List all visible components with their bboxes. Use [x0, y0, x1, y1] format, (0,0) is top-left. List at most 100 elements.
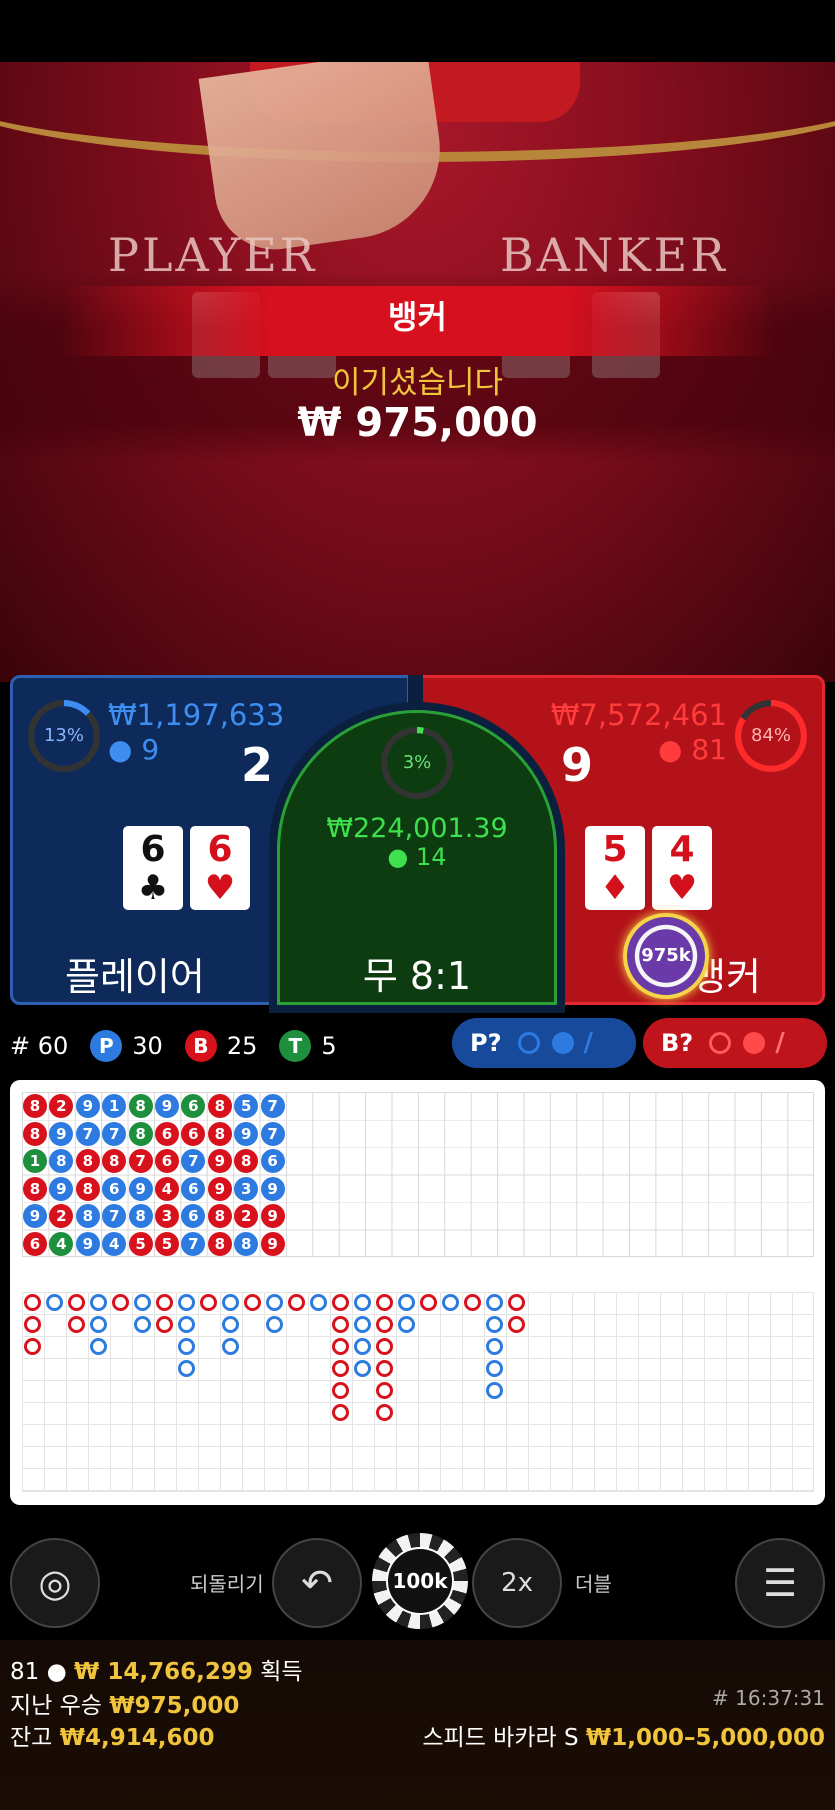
bead-road-cell: 6 [23, 1231, 47, 1256]
bead-road-cell: 7 [181, 1149, 206, 1173]
big-road-mark [376, 1360, 393, 1377]
card-suit: ♥ [666, 868, 698, 908]
placed-bet-chip[interactable]: 975k [623, 913, 709, 999]
winnings-suffix: 획득 [260, 1659, 303, 1685]
winners-line: 81 ● ₩ 14,766,299 획득 [10, 1652, 303, 1686]
banker-card-1: 5 ♦ [585, 826, 645, 910]
bead-road-cell: 7 [181, 1231, 206, 1256]
bead-road-cell: 8 [75, 1149, 100, 1173]
small-road-icon [551, 1032, 574, 1054]
bead-road-cell: 1 [23, 1149, 47, 1173]
banker-predict-button[interactable]: B? / [643, 1018, 827, 1068]
big-road-mark [354, 1338, 371, 1355]
banker-card-2: 4 ♥ [652, 826, 712, 910]
banker-win-count: 25 [226, 1032, 258, 1060]
balance-label: 잔고 [10, 1725, 53, 1751]
big-road-mark [508, 1294, 525, 1311]
bead-road-cell: 6 [260, 1149, 285, 1173]
bead-road-cell: 4 [49, 1231, 74, 1256]
player-win-count: 30 [132, 1032, 163, 1060]
tie-bettor-count: ● 14 [280, 843, 554, 871]
bead-road-cell: 6 [155, 1121, 179, 1146]
bet-limits: ₩1,000–5,000,000 [585, 1725, 825, 1751]
menu-button[interactable]: ☰ [735, 1538, 825, 1628]
bead-road-cell: 6 [181, 1121, 206, 1146]
table-info[interactable]: 스피드 바카라 S ₩1,000–5,000,000 [422, 1718, 825, 1752]
bead-road-cell: 6 [181, 1204, 206, 1228]
undo-button[interactable]: ↶ [272, 1538, 362, 1628]
round-time: # 16:37:31 [712, 1686, 825, 1710]
player-card-2: 6 ♥ [190, 826, 250, 910]
double-button[interactable]: 2x [472, 1538, 562, 1628]
big-road-mark [420, 1294, 437, 1311]
bead-road-cell: 9 [75, 1231, 100, 1256]
roadmap[interactable]: 8291896857897786689718887679868986946939… [10, 1080, 825, 1505]
bead-road-cell: 9 [49, 1176, 74, 1201]
shoe-stats: # 60 P 30 B 25 T 5 [10, 1028, 337, 1064]
card-suit: ♥ [204, 868, 236, 908]
big-road-mark [24, 1294, 41, 1311]
bead-road-cell: 7 [128, 1149, 153, 1173]
card-suit: ♦ [599, 868, 631, 908]
menu-icon: ☰ [762, 1561, 798, 1605]
big-road-mark [178, 1338, 195, 1355]
person-icon: ● [658, 733, 683, 766]
small-road-icon [743, 1032, 766, 1054]
total-winnings: ₩ 14,766,299 [73, 1659, 253, 1685]
bead-road-cell: 6 [181, 1094, 206, 1118]
bead-road-cell: 8 [75, 1204, 100, 1228]
bead-road-cell: 5 [128, 1231, 153, 1256]
bead-road-cell: 8 [207, 1094, 232, 1118]
bead-road: 8291896857897786689718887679868986946939… [22, 1092, 814, 1257]
bead-road-cell: 7 [102, 1121, 127, 1146]
big-road-mark [244, 1294, 261, 1311]
double-value: 2x [501, 1568, 533, 1598]
big-road-mark [156, 1294, 173, 1311]
banker-bet-total: ₩7,572,461 [550, 698, 727, 732]
person-icon: ● [387, 843, 409, 871]
big-road-mark [486, 1382, 503, 1399]
bead-road-cell: 9 [260, 1231, 285, 1256]
big-road-mark [332, 1360, 349, 1377]
bead-road-cell: 8 [23, 1094, 47, 1118]
big-eye-icon [517, 1032, 540, 1054]
bead-road-cell: 7 [102, 1204, 127, 1228]
chip-stack-icon: ◎ [38, 1561, 72, 1605]
last-win-line: 지난 우승 ₩975,000 [10, 1686, 239, 1720]
result-message: 이기셨습니다 [331, 365, 504, 401]
big-road-mark [134, 1294, 151, 1311]
bead-road-cell: 9 [155, 1094, 179, 1118]
bead-road-cell: 6 [102, 1176, 127, 1201]
bead-road-cell: 9 [75, 1094, 100, 1118]
panel-divider [408, 675, 423, 715]
player-card-1: 6 ♣ [123, 826, 183, 910]
big-road-mark [332, 1382, 349, 1399]
card-rank: 6 [207, 829, 233, 870]
tie-bet-spot[interactable]: 3% ₩224,001.39 ● 14 무 8:1 [277, 710, 557, 1005]
player-predict-button[interactable]: P? / [452, 1018, 636, 1068]
person-icon: ● [108, 733, 133, 766]
big-road-mark [332, 1404, 349, 1421]
card-rank: 5 [602, 829, 628, 870]
bead-road-cell: 3 [155, 1204, 179, 1228]
big-road-mark [398, 1316, 415, 1333]
chip-stack-button[interactable]: ◎ [10, 1538, 100, 1628]
big-road-mark [376, 1404, 393, 1421]
bead-road-cell: 5 [155, 1231, 179, 1256]
cockroach-icon: / [775, 1028, 785, 1058]
card-suit: ♣ [137, 868, 169, 908]
bead-road-cell: 6 [181, 1176, 206, 1201]
balance-line: 잔고 ₩4,914,600 [10, 1718, 215, 1752]
bead-road-cell: 9 [207, 1149, 232, 1173]
big-road-mark [222, 1294, 239, 1311]
big-road-mark [46, 1294, 63, 1311]
bead-road-cell: 8 [207, 1204, 232, 1228]
tie-bet-total: ₩224,001.39 [326, 813, 508, 844]
bead-road-cell: 8 [102, 1149, 127, 1173]
game-name: 스피드 바카라 S [422, 1725, 579, 1751]
bead-road-cell: 9 [260, 1204, 285, 1228]
big-road-mark [222, 1338, 239, 1355]
round-number: # 60 [10, 1032, 69, 1060]
online-count: 81 [10, 1659, 40, 1685]
chip-selector[interactable]: 100k [372, 1533, 468, 1629]
